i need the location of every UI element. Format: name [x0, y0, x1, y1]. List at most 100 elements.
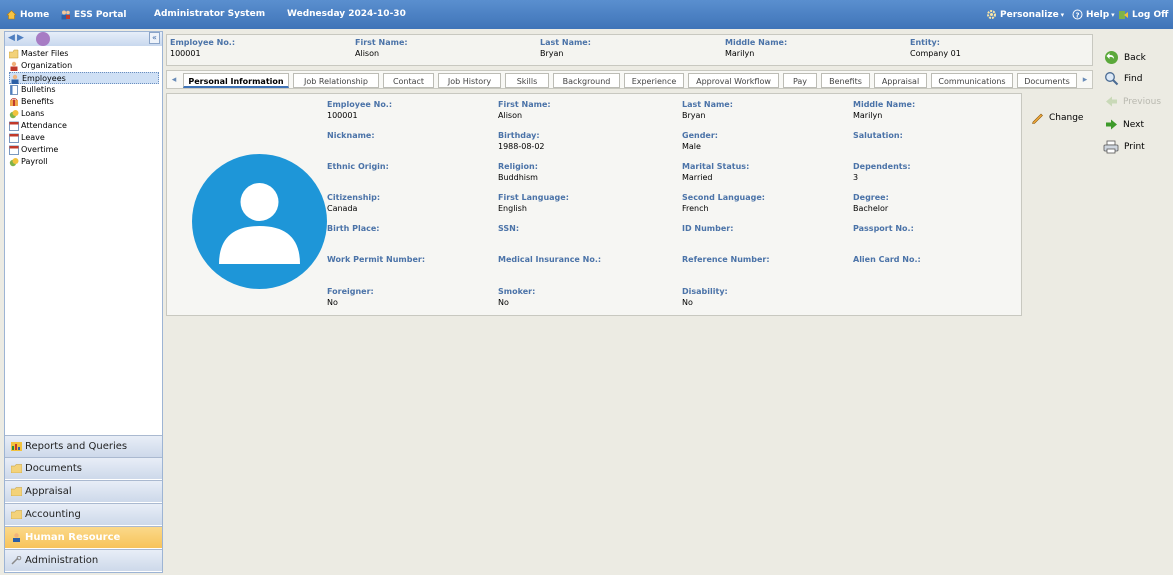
help-icon: ? — [1072, 9, 1083, 20]
accordion-human-resource[interactable]: Human Resource — [5, 526, 162, 548]
field-alien-card-no: Alien Card No.: — [853, 255, 921, 264]
header-entity: Entity: Company 01 — [910, 38, 961, 58]
user-silhouette-icon — [219, 183, 300, 264]
tree-item-employees[interactable]: Employees — [9, 72, 159, 84]
tree-nav-bar: ◀ ▶ « — [5, 32, 162, 46]
field-medical-insurance-no: Medical Insurance No.: — [498, 255, 602, 264]
field-reference-number: Reference Number: — [682, 255, 770, 264]
tree-item-overtime[interactable]: Overtime — [9, 144, 159, 156]
home-link[interactable]: Home — [6, 9, 49, 20]
field-smoker: Smoker: No — [498, 287, 536, 307]
field-birthday: Birthday: 1988-08-02 — [498, 131, 545, 151]
field-birth-place: Birth Place: — [327, 224, 380, 233]
tab-scroll-right-icon[interactable]: ▸ — [1079, 73, 1091, 88]
chevron-down-icon: ▾ — [1111, 10, 1115, 19]
tab-job-history[interactable]: Job History — [438, 73, 501, 88]
header-employee-no: Employee No.: 100001 — [170, 38, 236, 58]
person-icon — [11, 74, 19, 84]
field-last-name: Last Name: Bryan — [682, 100, 733, 120]
field-ssn: SSN: — [498, 224, 520, 233]
ess-portal-link[interactable]: ESS Portal — [60, 9, 127, 20]
person-icon — [10, 61, 18, 71]
home-icon — [6, 9, 17, 20]
next-button[interactable]: Next — [1105, 118, 1144, 131]
change-button[interactable]: Change — [1031, 111, 1083, 124]
tab-background[interactable]: Background — [553, 73, 620, 88]
field-first-name: First Name: Alison — [498, 100, 551, 120]
field-gender: Gender: Male — [682, 131, 718, 151]
log-off-button[interactable]: Log Off — [1118, 9, 1168, 20]
tree-item-loans[interactable]: Loans — [9, 108, 159, 120]
printer-icon — [1103, 140, 1119, 154]
tree-item-organization[interactable]: Organization — [9, 60, 159, 72]
field-citizenship: Citizenship: Canada — [327, 193, 381, 213]
folder-icon — [11, 487, 22, 496]
header-last-name: Last Name: Bryan — [540, 38, 591, 58]
field-id-number: ID Number: — [682, 224, 734, 233]
find-button[interactable]: Find — [1104, 71, 1142, 86]
tab-appraisal[interactable]: Appraisal — [874, 73, 927, 88]
field-ethnic-origin: Ethnic Origin: — [327, 162, 389, 171]
field-dependents: Dependents: 3 — [853, 162, 911, 182]
tab-personal-information[interactable]: Personal Information — [183, 73, 289, 88]
accordion-reports-and-queries[interactable]: Reports and Queries — [5, 435, 162, 457]
help-menu[interactable]: ? Help ▾ — [1072, 9, 1115, 20]
field-disability: Disability: No — [682, 287, 728, 307]
folder-icon — [11, 510, 22, 519]
field-degree: Degree: Bachelor — [853, 193, 889, 213]
top-bar: Home ESS Portal Administrator System Wed… — [0, 0, 1173, 29]
employee-summary-header: Employee No.: 100001 First Name: Alison … — [166, 34, 1093, 66]
person-icon — [13, 533, 20, 542]
coins-icon — [9, 158, 19, 167]
tab-scroll-left-icon[interactable]: ◂ — [168, 73, 180, 88]
tab-bar: ◂ Personal Information Job Relationship … — [166, 70, 1093, 89]
tree-item-attendance[interactable]: Attendance — [9, 120, 159, 132]
back-icon — [1105, 51, 1118, 64]
folder-icon — [9, 49, 19, 59]
header-middle-name: Middle Name: Marilyn — [725, 38, 788, 58]
field-marital-status: Marital Status: Married — [682, 162, 750, 182]
back-button[interactable]: Back — [1104, 50, 1146, 65]
previous-arrow-icon — [1106, 96, 1117, 107]
tab-job-relationship[interactable]: Job Relationship — [293, 73, 379, 88]
tree-item-leave[interactable]: Leave — [9, 132, 159, 144]
collapse-pane-button[interactable]: « — [149, 32, 160, 44]
tab-experience[interactable]: Experience — [624, 73, 684, 88]
module-tree: Master Files Organization Employees Bull… — [9, 48, 159, 168]
print-button[interactable]: Print — [1103, 140, 1145, 154]
pencil-icon — [1032, 113, 1043, 124]
log-off-icon — [1118, 9, 1129, 20]
previous-button[interactable]: Previous — [1105, 95, 1161, 108]
avatar — [192, 154, 327, 289]
field-religion: Religion: Buddhism — [498, 162, 538, 182]
tab-pay[interactable]: Pay — [783, 73, 817, 88]
field-first-language: First Language: English — [498, 193, 569, 213]
tab-benefits[interactable]: Benefits — [821, 73, 870, 88]
personalize-menu[interactable]: Personalize ▾ — [986, 9, 1064, 20]
next-arrow-icon — [1106, 119, 1117, 130]
nav-back-arrow-icon[interactable]: ◀ — [8, 33, 15, 43]
accordion-accounting[interactable]: Accounting — [5, 503, 162, 525]
header-first-name: First Name: Alison — [355, 38, 408, 58]
field-employee-no: Employee No.: 100001 — [327, 100, 393, 120]
accordion-administration[interactable]: Administration — [5, 549, 162, 571]
current-date: Wednesday 2024-10-30 — [287, 9, 406, 19]
folder-icon — [11, 464, 22, 473]
nav-forward-arrow-icon[interactable]: ▶ — [17, 33, 24, 43]
accordion-documents[interactable]: Documents — [5, 457, 162, 479]
tab-communications[interactable]: Communications — [931, 73, 1013, 88]
tab-contact[interactable]: Contact — [383, 73, 434, 88]
cursor-dot — [36, 32, 50, 46]
tree-item-bulletins[interactable]: Bulletins — [9, 84, 159, 96]
tree-item-master-files[interactable]: Master Files — [9, 48, 159, 60]
calendar-icon — [9, 121, 19, 131]
field-middle-name: Middle Name: Marilyn — [853, 100, 916, 120]
tab-approval-workflow[interactable]: Approval Workflow — [688, 73, 779, 88]
tab-skills[interactable]: Skills — [505, 73, 549, 88]
tree-item-payroll[interactable]: Payroll — [9, 156, 159, 168]
accordion-appraisal[interactable]: Appraisal — [5, 480, 162, 502]
tree-item-benefits[interactable]: Benefits — [9, 96, 159, 108]
left-navigation-pane: ◀ ▶ « Master Files Organization Employee… — [4, 31, 163, 573]
people-icon — [60, 9, 71, 20]
tab-documents[interactable]: Documents — [1017, 73, 1077, 88]
